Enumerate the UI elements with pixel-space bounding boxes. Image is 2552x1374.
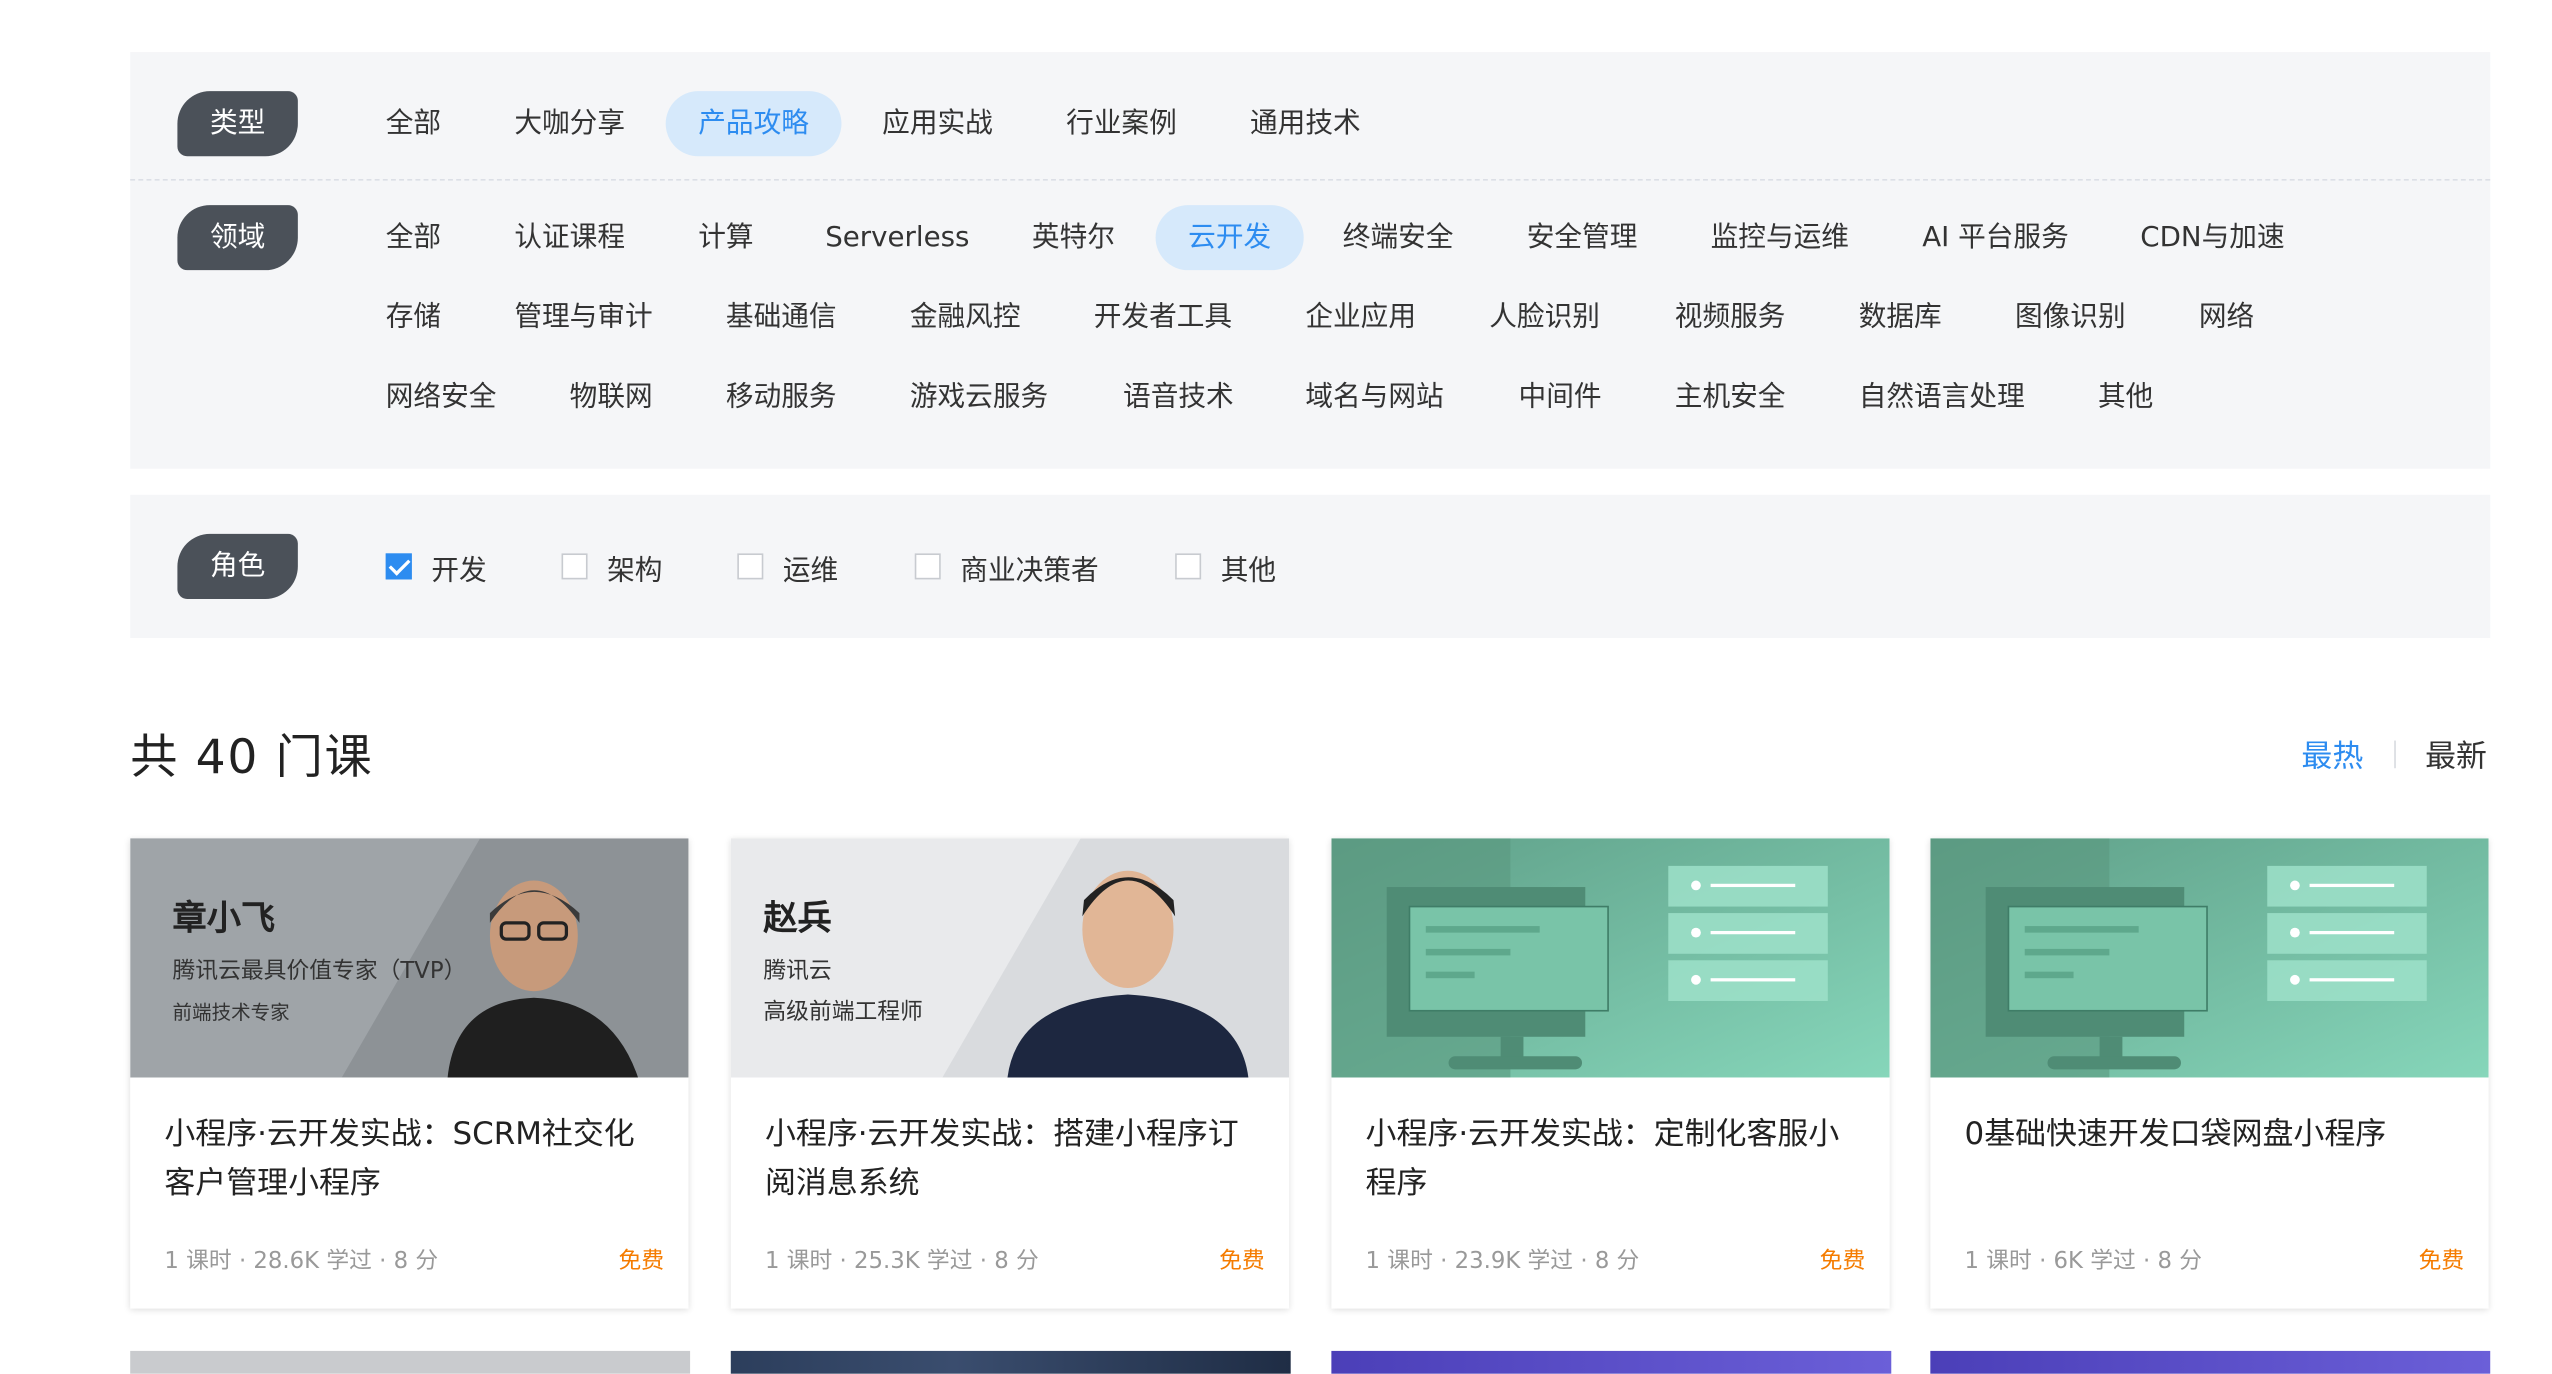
- course-card[interactable]: 小程序·云开发实战：定制化客服小程序 1 课时 · 23.9K 学过 · 8 分…: [1331, 838, 1890, 1309]
- course-title[interactable]: 0基础快速开发口袋网盘小程序: [1965, 1110, 2453, 1159]
- domain-option[interactable]: 中间件: [1519, 365, 1602, 430]
- domain-option[interactable]: 企业应用: [1305, 285, 1416, 350]
- role-checkbox[interactable]: 其他: [1175, 534, 1276, 599]
- domain-option[interactable]: 安全管理: [1527, 205, 1638, 270]
- domain-filter-label: 领域: [177, 205, 298, 271]
- domain-option[interactable]: 基础通信: [726, 285, 837, 350]
- course-price: 免费: [1219, 1248, 1265, 1275]
- role-filter-label: 角色: [177, 533, 298, 599]
- course-card[interactable]: 章小飞 腾讯云最具价值专家（TVP） 前端技术专家 小程序·云开发实战：SCRM…: [130, 838, 689, 1309]
- type-option[interactable]: 全部: [386, 91, 441, 156]
- speaker-subtitle: 高级前端工程师: [763, 999, 923, 1026]
- domain-option[interactable]: 存储: [386, 285, 441, 350]
- domain-option[interactable]: 开发者工具: [1094, 285, 1232, 350]
- role-checkbox-label: 其他: [1220, 554, 1277, 587]
- domain-option[interactable]: Serverless: [825, 205, 969, 270]
- role-checkbox[interactable]: 运维: [737, 534, 838, 599]
- course-meta: 1 课时 · 28.6K 学过 · 8 分: [164, 1248, 439, 1275]
- role-checkbox-label: 架构: [607, 554, 663, 587]
- domain-option[interactable]: 语音技术: [1123, 365, 1234, 430]
- domain-option[interactable]: 全部: [386, 205, 441, 270]
- role-checkbox[interactable]: 商业决策者: [914, 534, 1099, 599]
- domain-option[interactable]: 管理与审计: [514, 285, 652, 350]
- domain-option[interactable]: 图像识别: [2015, 285, 2126, 350]
- domain-option[interactable]: 金融风控: [910, 285, 1021, 350]
- domain-option[interactable]: 计算: [698, 205, 753, 270]
- course-title[interactable]: 小程序·云开发实战：定制化客服小程序: [1366, 1110, 1854, 1208]
- type-option[interactable]: 产品攻略: [665, 91, 842, 157]
- domain-option[interactable]: 监控与运维: [1711, 205, 1849, 270]
- course-price: 免费: [2418, 1248, 2465, 1275]
- course-title[interactable]: 小程序·云开发实战：SCRM社交化客户管理小程序: [164, 1110, 652, 1208]
- domain-option[interactable]: 主机安全: [1675, 365, 1786, 430]
- checkbox-icon[interactable]: [1175, 553, 1202, 580]
- sort-new-link[interactable]: 最新: [2425, 732, 2487, 776]
- domain-option[interactable]: 人脸识别: [1489, 285, 1600, 350]
- role-checkbox-label: 商业决策者: [960, 554, 1099, 587]
- course-meta: 1 课时 · 25.3K 学过 · 8 分: [764, 1248, 1039, 1275]
- course-card[interactable]: 0基础快速开发口袋网盘小程序 1 课时 · 6K 学过 · 8 分 免费: [1930, 838, 2489, 1309]
- course-card[interactable]: 赵兵 腾讯云 高级前端工程师 小程序·云开发实战：搭建小程序订阅消息系统 1 课…: [730, 838, 1290, 1309]
- speaker-name: 赵兵: [763, 898, 832, 938]
- role-checkbox-label: 运维: [782, 554, 839, 587]
- domain-option[interactable]: 数据库: [1859, 285, 1942, 350]
- course-cover: 赵兵 腾讯云 高级前端工程师: [730, 838, 1290, 1078]
- monitor-server-illustration: [1331, 838, 1890, 1078]
- course-count: 共 40 门课: [130, 729, 374, 785]
- checkbox-icon[interactable]: [561, 553, 588, 580]
- checkbox-icon[interactable]: [737, 553, 764, 580]
- course-price: 免费: [1819, 1248, 1866, 1275]
- course-meta: 1 课时 · 6K 学过 · 8 分: [1964, 1248, 2203, 1275]
- domain-option[interactable]: 云开发: [1155, 205, 1304, 271]
- course-cover: 章小飞 腾讯云最具价值专家（TVP） 前端技术专家: [130, 838, 689, 1078]
- checkbox-checked-icon[interactable]: [385, 553, 412, 580]
- domain-option[interactable]: 物联网: [570, 365, 653, 430]
- type-option[interactable]: 行业案例: [1066, 91, 1177, 156]
- domain-option[interactable]: 游戏云服务: [910, 365, 1048, 430]
- domain-option[interactable]: 英特尔: [1032, 205, 1115, 270]
- sort-divider: [2394, 740, 2396, 769]
- domain-option[interactable]: 终端安全: [1343, 205, 1454, 270]
- role-checkbox[interactable]: 开发: [385, 534, 487, 599]
- speaker-subtitle: 前端技术专家: [172, 1000, 290, 1024]
- domain-option[interactable]: 自然语言处理: [1859, 365, 2025, 430]
- course-card-partial[interactable]: [1930, 1350, 2491, 1374]
- checkbox-icon[interactable]: [914, 553, 941, 580]
- domain-option[interactable]: 域名与网站: [1305, 365, 1443, 430]
- monitor-server-illustration: [1930, 838, 2489, 1078]
- course-card-partial[interactable]: [730, 1350, 1291, 1374]
- filter-divider: [130, 179, 2491, 181]
- role-checkbox[interactable]: 架构: [561, 534, 663, 599]
- domain-option[interactable]: 其他: [2098, 365, 2153, 430]
- speaker-title: 腾讯云: [763, 958, 832, 985]
- course-title[interactable]: 小程序·云开发实战：搭建小程序订阅消息系统: [765, 1110, 1253, 1208]
- type-option[interactable]: 大咖分享: [514, 91, 625, 156]
- type-option[interactable]: 通用技术: [1250, 91, 1361, 156]
- domain-option[interactable]: CDN与加速: [2140, 205, 2284, 270]
- course-price: 免费: [618, 1248, 665, 1275]
- role-checkbox-label: 开发: [431, 554, 487, 587]
- type-filter-label: 类型: [177, 91, 298, 157]
- sort-hot-link[interactable]: 最热: [2301, 732, 2363, 776]
- domain-option[interactable]: 网络安全: [386, 365, 497, 430]
- course-meta: 1 课时 · 23.9K 学过 · 8 分: [1365, 1248, 1640, 1275]
- page: 类型 全部 大咖分享 产品攻略 应用实战 行业案例 通用技术 领域 全部 认证课程 计算 Ser…: [0, 0, 2552, 1374]
- course-card-partial[interactable]: [130, 1350, 691, 1374]
- course-card-partial[interactable]: [1331, 1350, 1892, 1374]
- type-option[interactable]: 应用实战: [882, 91, 993, 156]
- domain-option[interactable]: AI 平台服务: [1922, 205, 2069, 270]
- domain-option[interactable]: 网络: [2199, 285, 2254, 350]
- domain-option[interactable]: 视频服务: [1675, 285, 1786, 350]
- speaker-title: 腾讯云最具价值专家（TVP）: [172, 958, 467, 985]
- domain-option[interactable]: 认证课程: [514, 205, 625, 270]
- domain-option[interactable]: 移动服务: [726, 365, 837, 430]
- speaker-name: 章小飞: [172, 898, 276, 938]
